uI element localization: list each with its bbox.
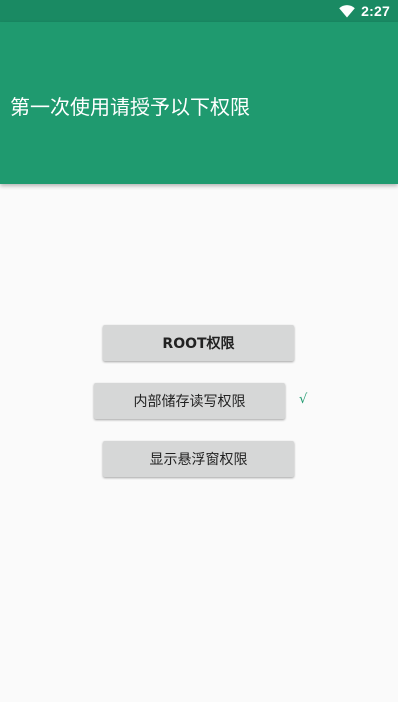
storage-permission-button[interactable]: 内部储存读写权限 <box>94 383 285 419</box>
app-header: 第一次使用请授予以下权限 <box>0 22 398 184</box>
status-bar-right: 2:27 <box>339 0 390 22</box>
status-time: 2:27 <box>361 3 390 19</box>
page-title: 第一次使用请授予以下权限 <box>10 95 250 119</box>
wifi-icon <box>339 4 355 18</box>
storage-granted-check-icon: √ <box>299 392 308 407</box>
overlay-permission-button[interactable]: 显示悬浮窗权限 <box>103 441 294 477</box>
root-permission-button[interactable]: ROOT权限 <box>103 325 294 361</box>
status-bar: 2:27 <box>0 0 398 22</box>
